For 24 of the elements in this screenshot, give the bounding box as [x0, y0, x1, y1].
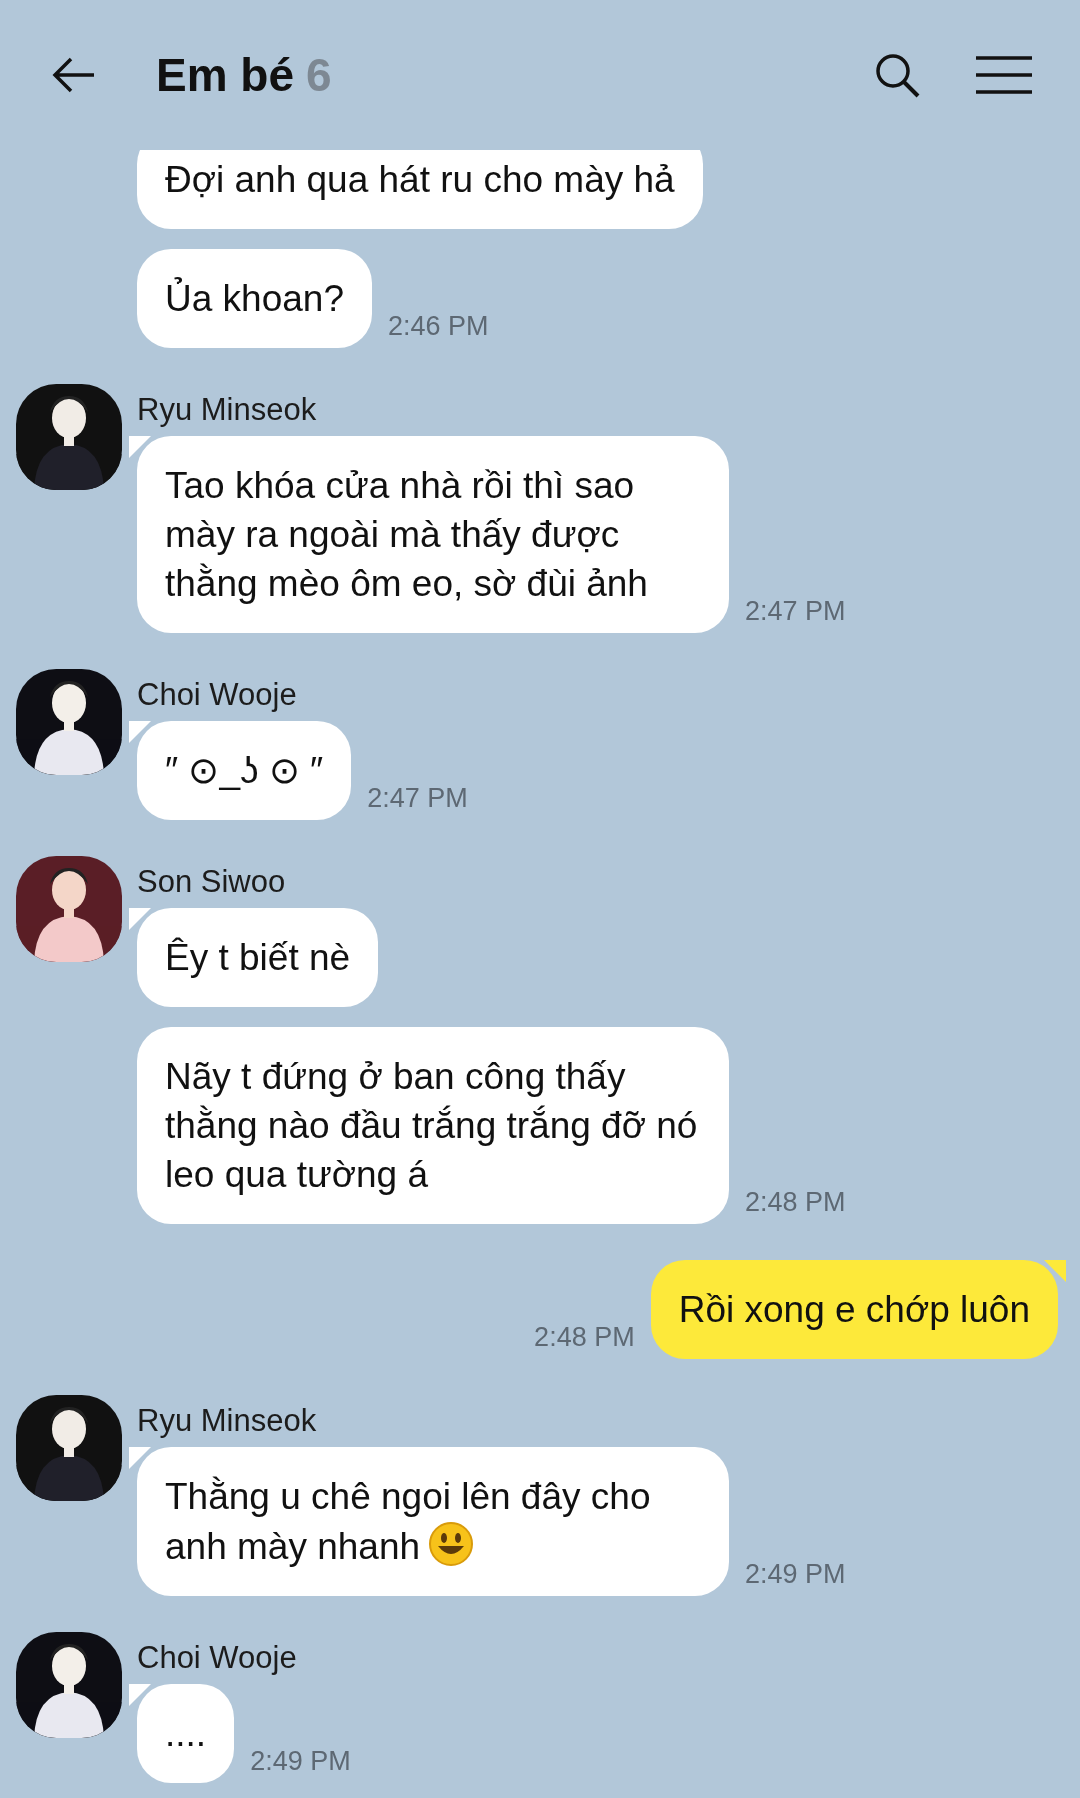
chat-title: Em bé 6: [156, 47, 332, 103]
bubble-tail: [129, 1684, 151, 1706]
message-time: 2:48 PM: [745, 1185, 846, 1219]
sender-name: Choi Wooje: [137, 677, 298, 713]
message-time: 2:46 PM: [387, 309, 489, 343]
bubble-tail: [129, 1447, 151, 1469]
message-time: 2:49 PM: [250, 1744, 351, 1778]
bubble-tail: [1044, 1260, 1066, 1282]
message-bubble: Nãy t đứng ở ban công thấy thằng nào đầu trắng trắng đỡ nó leo qua tường á: [137, 1027, 729, 1224]
message-time: 2:49 PM: [745, 1557, 846, 1591]
bubble-tail: [129, 436, 151, 458]
sender-name: Ryu Minseok: [137, 1403, 318, 1439]
search-icon[interactable]: [874, 52, 920, 98]
bubble-tail: [129, 908, 151, 930]
message-time: 2:47 PM: [745, 594, 846, 628]
back-arrow-icon[interactable]: [52, 57, 96, 93]
message-time: 2:47 PM: [367, 781, 468, 815]
message-bubble: Ủa khoan?: [137, 249, 372, 348]
bubble-tail: [129, 721, 151, 743]
menu-icon[interactable]: [976, 55, 1032, 95]
message-time: 2:48 PM: [534, 1320, 635, 1354]
sender-name: Ryu Minseok: [137, 392, 318, 428]
sender-name: Son Siwoo: [137, 864, 287, 900]
sender-name: Choi Wooje: [137, 1640, 298, 1676]
